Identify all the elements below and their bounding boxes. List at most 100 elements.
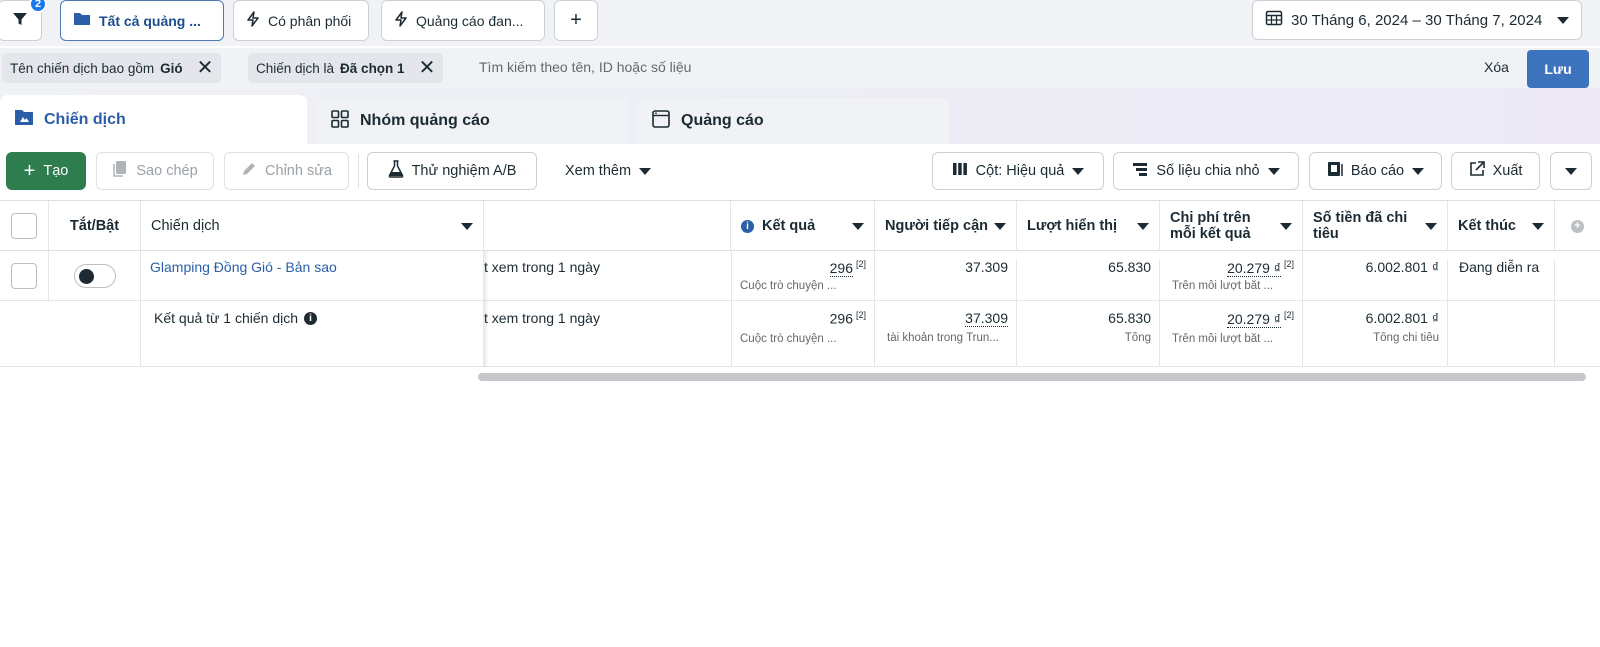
column-header-label: Tắt/Bật <box>69 218 120 234</box>
table-header: Tắt/Bật Chiến dịch i Kết quả Người tiếp … <box>0 200 1600 251</box>
summary-results-type: Cuộc trò chuyện ... <box>740 332 837 345</box>
summary-label: Kết quả từ 1 chiến dịch i <box>154 310 484 326</box>
close-icon[interactable]: ✕ <box>419 58 436 78</box>
info-icon[interactable]: i <box>304 311 318 325</box>
plus-icon: + <box>570 9 582 31</box>
summary-row: Kết quả từ 1 chiến dịch i t xem trong 1 … <box>0 301 1600 367</box>
export-options-dropdown[interactable] <box>1550 152 1592 190</box>
create-button[interactable]: + Tạo <box>6 152 86 190</box>
row-select-cell <box>0 251 49 301</box>
column-header-amount-spent[interactable]: Số tiền đã chi tiêu <box>1303 201 1448 251</box>
columns-dropdown[interactable]: Cột: Hiệu quả <box>932 152 1104 190</box>
campaign-name-link[interactable]: Glamping Đồng Gió - Bản sao <box>150 259 480 275</box>
filter-chip-campaign-name[interactable]: Tên chiến dịch bao gồm Gió ✕ <box>2 53 222 83</box>
export-button[interactable]: Xuất <box>1451 152 1540 190</box>
column-header-attribution <box>484 201 731 251</box>
report-icon <box>1327 161 1343 181</box>
filter-count-badge: 2 <box>29 0 47 13</box>
search-input[interactable]: Tìm kiếm theo tên, ID hoặc số liệu <box>479 59 691 75</box>
breakdown-dropdown[interactable]: Số liệu chia nhỏ <box>1113 152 1299 190</box>
results-cell: 296 [2] Cuộc trò chuyện ... <box>731 251 875 301</box>
column-header-label: Chiến dịch <box>151 218 220 234</box>
column-header-toggle[interactable]: Tắt/Bật <box>49 201 141 251</box>
tab-campaigns[interactable]: Chiến dịch <box>0 95 307 144</box>
export-label: Xuất <box>1492 163 1523 179</box>
column-header-impressions[interactable]: Lượt hiển thị <box>1017 201 1160 251</box>
save-button[interactable]: Lưu <box>1527 50 1589 88</box>
summary-ends-cell <box>1448 301 1555 367</box>
chevron-down-icon <box>1412 167 1425 175</box>
column-header-label: Kết quả <box>762 218 816 234</box>
column-header-label: Chi phí trên mỗi kết quả <box>1170 210 1251 242</box>
summary-cost-cell: 20.279 ₫ [2] Trên mỗi lượt bắt ... <box>1160 301 1303 367</box>
table-row[interactable]: Glamping Đồng Gió - Bản sao t xem trong … <box>0 251 1600 301</box>
add-column-button[interactable]: + <box>1555 201 1600 251</box>
cost-per-result-value[interactable]: 20.279 ₫ <box>1227 259 1281 277</box>
close-icon[interactable]: ✕ <box>197 58 214 78</box>
tab-ad-sets[interactable]: Nhóm quảng cáo <box>316 98 629 144</box>
row-checkbox[interactable] <box>11 263 37 289</box>
sort-icon <box>1280 222 1292 230</box>
folder-icon <box>73 11 91 30</box>
column-header-cost-per-result[interactable]: Chi phí trên mỗi kết quả <box>1160 201 1303 251</box>
calendar-icon <box>1265 9 1283 31</box>
reports-dropdown[interactable]: Báo cáo <box>1309 152 1442 190</box>
info-icon[interactable]: i <box>741 219 754 233</box>
duplicate-label: Sao chép <box>136 163 198 179</box>
edit-button[interactable]: Chỉnh sửa <box>224 152 349 190</box>
impressions-value: 65.830 <box>1017 259 1160 301</box>
cost-per-result-type: Trên mỗi lượt bắt ... <box>1172 279 1274 292</box>
column-header-results[interactable]: i Kết quả <box>731 201 875 251</box>
duplicate-button[interactable]: Sao chép <box>96 152 214 190</box>
ad-icon <box>651 109 671 134</box>
results-value[interactable]: 296 <box>829 259 853 277</box>
preset-chip-delivering[interactable]: Có phân phối <box>233 0 369 41</box>
add-preset-button[interactable]: + <box>554 0 598 41</box>
chevron-down-icon <box>1557 16 1569 24</box>
ab-test-button[interactable]: Thử nghiệm A/B <box>367 152 537 190</box>
summary-cost-note: [2] <box>1283 310 1294 320</box>
date-range-picker[interactable]: 30 Tháng 6, 2024 – 30 Tháng 7, 2024 <box>1252 0 1582 40</box>
preset-chip-all-ads[interactable]: Tất cả quảng ... <box>60 0 224 41</box>
plus-icon: + <box>23 159 36 182</box>
ends-value: Đang diễn ra <box>1448 259 1555 301</box>
tab-ads[interactable]: Quảng cáo <box>637 98 949 144</box>
select-all-checkbox[interactable] <box>11 213 37 239</box>
chevron-down-icon <box>1267 167 1280 175</box>
column-header-campaign[interactable]: Chiến dịch <box>141 201 484 251</box>
campaign-toggle[interactable] <box>73 264 116 288</box>
filter-chip-value: Gió <box>160 60 183 76</box>
results-note: [2] <box>855 259 866 269</box>
preset-chip-active-ads[interactable]: Quảng cáo đan... <box>381 0 545 41</box>
sort-icon <box>461 222 473 230</box>
column-header-reach[interactable]: Người tiếp cận <box>875 201 1017 251</box>
summary-reach-value[interactable]: 37.309 <box>965 310 1008 327</box>
tab-label: Quảng cáo <box>681 112 764 129</box>
sort-icon <box>852 222 864 230</box>
edit-label: Chỉnh sửa <box>265 163 332 179</box>
grid-icon <box>330 109 350 134</box>
cost-note: [2] <box>1283 259 1294 269</box>
horizontal-scrollbar[interactable] <box>478 373 1586 381</box>
filter-button[interactable]: 2 <box>0 0 47 41</box>
tab-label: Nhóm quảng cáo <box>360 112 490 129</box>
columns-label: Cột: Hiệu quả <box>975 163 1065 179</box>
summary-results-cell: 296 [2] Cuộc trò chuyện ... <box>731 301 875 367</box>
column-header-label: Người tiếp cận <box>885 218 988 234</box>
chevron-down-icon <box>1565 167 1577 175</box>
sort-icon <box>994 222 1006 230</box>
clear-filters-button[interactable]: Xóa <box>1484 59 1509 75</box>
filter-chip-value: Đã chọn 1 <box>340 60 405 76</box>
column-header-ends[interactable]: Kết thúc <box>1448 201 1555 251</box>
reports-label: Báo cáo <box>1350 163 1405 179</box>
summary-impressions-type: Tổng <box>1124 332 1151 344</box>
date-range-label: 30 Tháng 6, 2024 – 30 Tháng 7, 2024 <box>1291 11 1543 29</box>
summary-cost-value[interactable]: 20.279 ₫ <box>1227 310 1281 328</box>
summary-cost-type: Trên mỗi lượt bắt ... <box>1172 332 1274 345</box>
summary-reach-cell: 37.309 tài khoản trong Trun... <box>875 301 1017 367</box>
add-circle-icon: + <box>1571 219 1584 233</box>
export-icon <box>1469 161 1485 181</box>
filter-icon <box>12 11 28 30</box>
filter-chip-campaign-selected[interactable]: Chiến dịch là Đã chọn 1 ✕ <box>248 53 444 83</box>
more-dropdown[interactable]: Xem thêm <box>553 152 663 190</box>
